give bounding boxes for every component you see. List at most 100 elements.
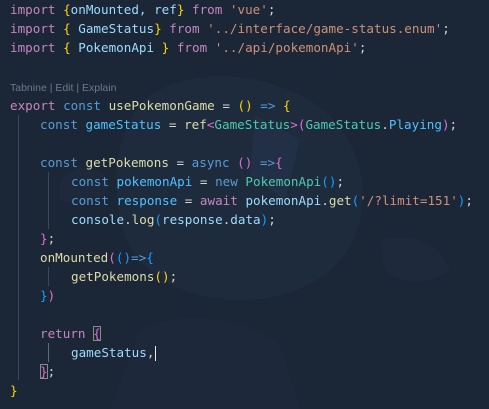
punctuation: ; (358, 40, 367, 55)
paren: ( (237, 98, 246, 113)
brace: { (55, 2, 71, 17)
class-name: PokemonApi (245, 174, 322, 189)
paren: ( (237, 155, 245, 170)
keyword: const (71, 174, 117, 189)
arrow: => (252, 98, 284, 113)
paren: ( (108, 250, 116, 265)
arrow: => (252, 155, 276, 170)
punctuation: ; (465, 193, 473, 208)
string: '/?limit=151' (359, 193, 458, 208)
brace: } (10, 383, 18, 398)
indent-guide-active (48, 343, 49, 362)
keyword: const (71, 193, 117, 208)
keyword: export (10, 98, 56, 113)
brace: } (154, 40, 177, 55)
property: gameStatus (71, 345, 147, 360)
paren: ) (47, 288, 56, 303)
code-line-1[interactable]: import {onMounted, ref} from 'vue'; (10, 0, 275, 19)
punctuation: ; (336, 174, 345, 189)
brace: { (275, 155, 283, 170)
code-line-7[interactable]: const pokemonApi = new PokemonApi(); (71, 172, 344, 191)
code-line-11[interactable]: onMounted(()=>{ (40, 248, 154, 267)
keyword: await (199, 193, 238, 208)
punctuation: ; (442, 21, 450, 36)
keyword: async (191, 155, 230, 170)
keyword: import (10, 40, 56, 55)
property: data (230, 212, 261, 227)
paren: ( (154, 212, 163, 227)
punctuation: . (321, 193, 329, 208)
code-line-12[interactable]: getPokemons(); (71, 267, 177, 286)
code-line-16[interactable]: }; (40, 362, 55, 381)
variable: response (162, 212, 223, 227)
code-line-5[interactable]: const gameStatus = ref<GameStatus>(GameS… (40, 115, 457, 134)
codelens-edit-link[interactable]: Edit (55, 82, 73, 94)
string: '../interface/game-status.enum' (199, 21, 443, 36)
string: 'vue' (222, 2, 268, 17)
punctuation: . (124, 212, 132, 227)
type-name: GameStatus (214, 117, 291, 132)
punctuation: ; (449, 117, 458, 132)
string: '../api/pokemonApi' (207, 40, 359, 55)
method-call: get (328, 193, 352, 208)
brace: } (40, 231, 48, 246)
brace-match-highlight: { (93, 326, 101, 341)
tabnine-codelens: Tabnine | Edit | Explain (10, 80, 116, 96)
keyword: const (40, 155, 86, 170)
operator: = (192, 174, 216, 189)
code-line-9[interactable]: console.log(response.data); (71, 210, 276, 229)
indent-guide (48, 172, 49, 229)
operator: = (214, 98, 238, 113)
arrow: => (131, 250, 147, 265)
keyword: import (10, 2, 56, 17)
paren: ( (321, 174, 329, 189)
operator: = (168, 155, 192, 170)
function-call: onMounted (40, 250, 109, 265)
punctuation: ; (268, 212, 276, 227)
keyword: from (192, 2, 223, 17)
brace: { (55, 40, 79, 55)
punctuation: ; (47, 364, 56, 379)
code-line-15[interactable]: gameStatus, (71, 343, 157, 362)
variable: gameStatus (85, 117, 162, 132)
code-line-17[interactable]: } (10, 381, 18, 400)
code-line-14[interactable]: return { (40, 324, 101, 343)
codelens-separator: | (73, 82, 82, 94)
code-line-8[interactable]: const response = await pokemonApi.get('/… (71, 191, 473, 210)
paren: ) (123, 250, 132, 265)
import-names: onMounted, ref (70, 2, 177, 17)
indent-guide (48, 267, 49, 286)
paren: ) (441, 117, 450, 132)
code-line-6[interactable]: const getPokemons = async () =>{ (40, 153, 283, 172)
variable: pokemonApi (116, 174, 193, 189)
variable: response (116, 193, 178, 208)
code-line-10[interactable]: }; (40, 229, 55, 248)
punctuation: . (381, 117, 389, 132)
enum-member: Playing (388, 117, 442, 132)
code-line-2[interactable]: import { GameStatus} from '../interface/… (10, 19, 450, 38)
operator: = (177, 193, 200, 208)
code-editor[interactable]: import {onMounted, ref} from 'vue'; impo… (0, 0, 489, 409)
import-name: PokemonApi (78, 40, 155, 55)
keyword: from (169, 21, 200, 36)
function-name: getPokemons (85, 155, 169, 170)
brace: } (40, 288, 48, 303)
operator: = (161, 117, 185, 132)
codelens-explain-link[interactable]: Explain (82, 82, 116, 94)
brace: { (55, 21, 79, 36)
punctuation: , (146, 345, 155, 360)
brace-match-highlight: } (40, 364, 48, 379)
punctuation: ; (267, 2, 276, 17)
code-line-3[interactable]: import { PokemonApi } from '../api/pokem… (10, 38, 366, 57)
code-line-13[interactable]: }) (40, 286, 55, 305)
keyword: const (55, 98, 109, 113)
function-call: getPokemons (71, 269, 155, 284)
punctuation: ; (47, 231, 56, 246)
code-line-4[interactable]: export const usePokemonGame = () => { (10, 96, 291, 115)
paren: ) (245, 98, 253, 113)
brace: { (146, 250, 154, 265)
codelens-tabnine-link[interactable]: Tabnine (10, 82, 47, 94)
brace: { (283, 98, 291, 113)
enum-name: GameStatus (305, 117, 382, 132)
